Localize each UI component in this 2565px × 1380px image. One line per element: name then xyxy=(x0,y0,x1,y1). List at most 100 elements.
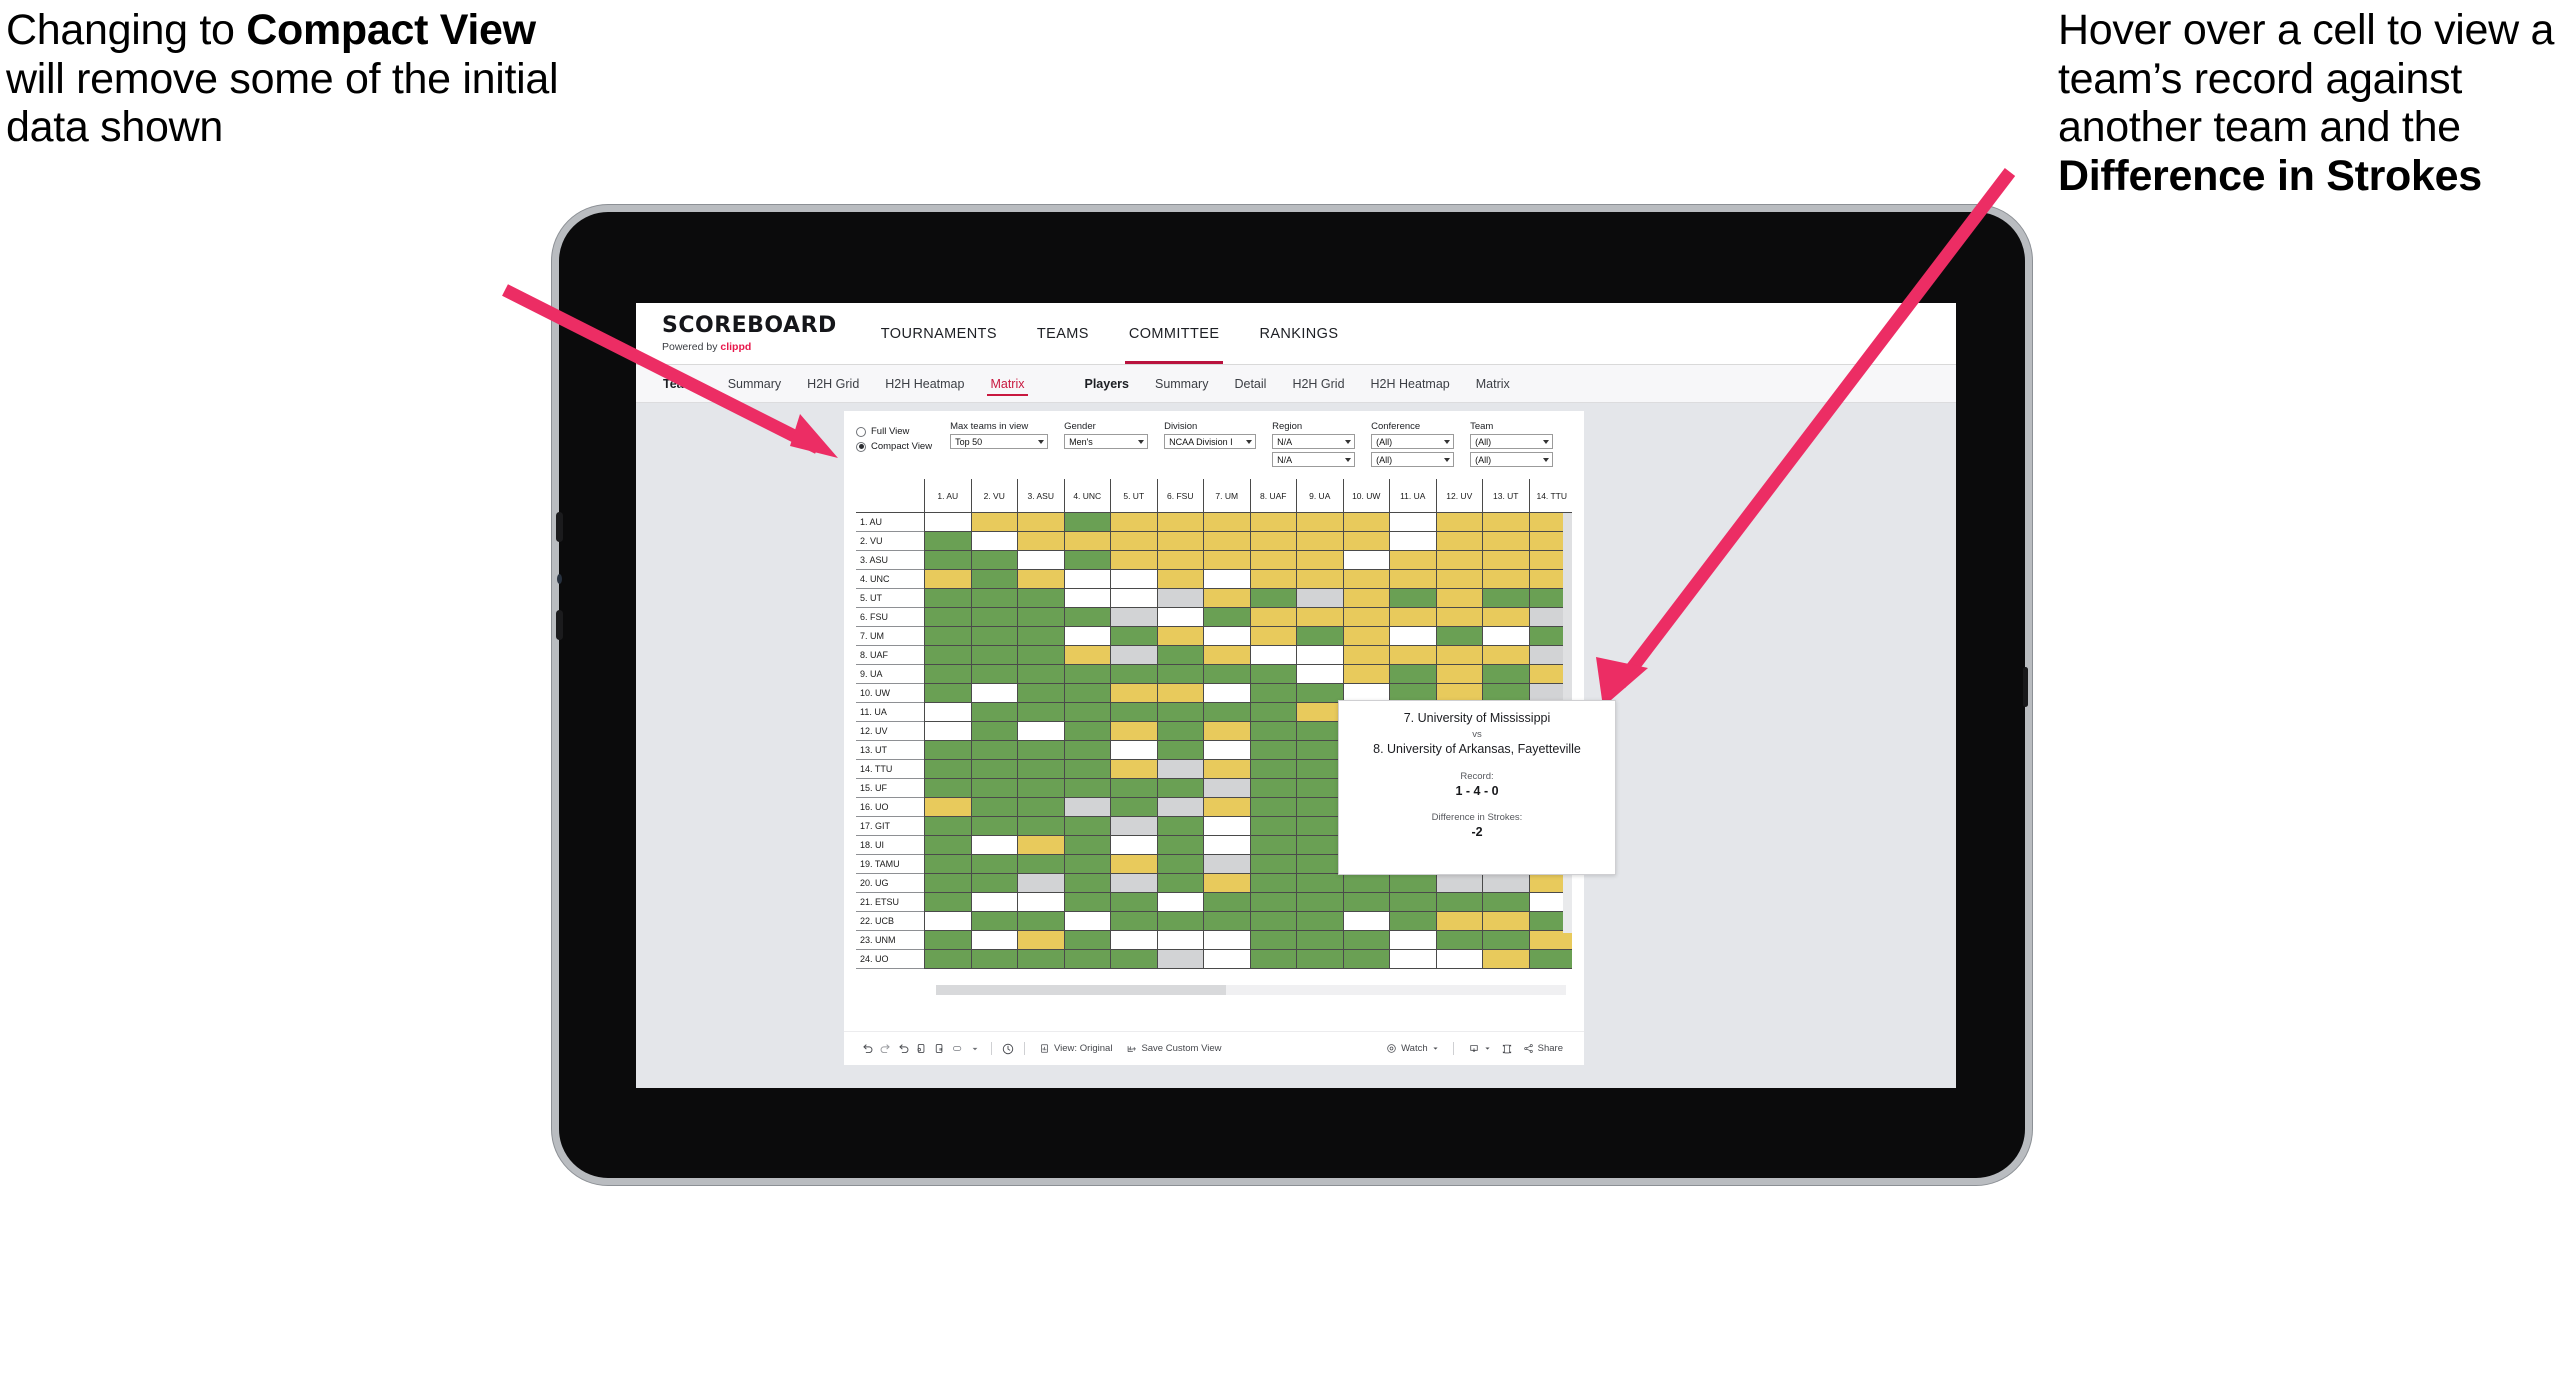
matrix-cell[interactable] xyxy=(1203,779,1250,798)
matrix-cell[interactable] xyxy=(1249,684,1296,703)
matrix-cell[interactable] xyxy=(970,589,1017,608)
matrix-cell[interactable] xyxy=(1482,912,1529,931)
matrix-cell[interactable] xyxy=(1063,608,1110,627)
matrix-cell[interactable] xyxy=(1110,570,1157,589)
matrix-cell[interactable] xyxy=(970,703,1017,722)
topnav-item-tournaments[interactable]: TOURNAMENTS xyxy=(861,303,1017,364)
matrix-cell[interactable] xyxy=(1156,703,1203,722)
filter-select[interactable]: Men's xyxy=(1064,434,1149,449)
matrix-cell[interactable] xyxy=(924,684,971,703)
matrix-cell[interactable] xyxy=(1110,741,1157,760)
matrix-cell[interactable] xyxy=(1017,874,1064,893)
radio-full-view[interactable]: Full View xyxy=(856,426,932,437)
matrix-cell[interactable] xyxy=(1528,931,1572,950)
matrix-cell[interactable] xyxy=(1063,684,1110,703)
matrix-cell[interactable] xyxy=(1017,912,1064,931)
matrix-cell[interactable] xyxy=(1296,931,1343,950)
matrix-cell[interactable] xyxy=(1482,627,1529,646)
matrix-cell[interactable] xyxy=(1249,893,1296,912)
subnav-players-h2h-grid[interactable]: H2H Grid xyxy=(1279,365,1357,403)
matrix-cell[interactable] xyxy=(1296,893,1343,912)
matrix-cell[interactable] xyxy=(1482,665,1529,684)
matrix-cell[interactable] xyxy=(970,836,1017,855)
filter-select[interactable]: N/A xyxy=(1272,434,1356,449)
matrix-cell[interactable] xyxy=(1435,893,1482,912)
device-preview-icon[interactable] xyxy=(1498,1040,1516,1058)
matrix-cell[interactable] xyxy=(924,855,971,874)
matrix-cell[interactable] xyxy=(1156,551,1203,570)
matrix-cell[interactable] xyxy=(1249,570,1296,589)
matrix-cell[interactable] xyxy=(1203,627,1250,646)
matrix-cell[interactable] xyxy=(1482,589,1529,608)
matrix-cell[interactable] xyxy=(1482,570,1529,589)
view-original-button[interactable]: View: Original xyxy=(1032,1043,1119,1054)
matrix-cell[interactable] xyxy=(1296,836,1343,855)
matrix-cell[interactable] xyxy=(1249,836,1296,855)
matrix-cell[interactable] xyxy=(1342,912,1389,931)
matrix-cell[interactable] xyxy=(1249,950,1296,969)
matrix-cell[interactable] xyxy=(1017,665,1064,684)
matrix-cell[interactable] xyxy=(1342,627,1389,646)
shape-dropdown-icon[interactable] xyxy=(966,1040,984,1058)
matrix-cell[interactable] xyxy=(1156,912,1203,931)
matrix-cell[interactable] xyxy=(1528,950,1572,969)
matrix-cell[interactable] xyxy=(970,722,1017,741)
matrix-cell[interactable] xyxy=(970,931,1017,950)
matrix-cell[interactable] xyxy=(1203,874,1250,893)
matrix-cell[interactable] xyxy=(1296,684,1343,703)
matrix-cell[interactable] xyxy=(1017,551,1064,570)
matrix-cell[interactable] xyxy=(970,874,1017,893)
subnav-players-summary[interactable]: Summary xyxy=(1142,365,1221,403)
matrix-cell[interactable] xyxy=(1156,684,1203,703)
matrix-cell[interactable] xyxy=(1063,912,1110,931)
matrix-cell[interactable] xyxy=(1156,893,1203,912)
matrix-cell[interactable] xyxy=(1435,513,1482,532)
matrix-cell[interactable] xyxy=(1063,627,1110,646)
matrix-cell[interactable] xyxy=(1063,760,1110,779)
matrix-cell[interactable] xyxy=(1435,931,1482,950)
matrix-cell[interactable] xyxy=(1389,589,1436,608)
matrix-cell[interactable] xyxy=(970,741,1017,760)
matrix-cell[interactable] xyxy=(1156,950,1203,969)
matrix-cell[interactable] xyxy=(1203,931,1250,950)
filter-select[interactable]: (All) xyxy=(1470,452,1554,467)
matrix-cell[interactable] xyxy=(924,950,971,969)
matrix-cell[interactable] xyxy=(1203,722,1250,741)
matrix-cell[interactable] xyxy=(1203,950,1250,969)
matrix-cell[interactable] xyxy=(1063,817,1110,836)
matrix-cell[interactable] xyxy=(1249,532,1296,551)
matrix-cell[interactable] xyxy=(1063,513,1110,532)
matrix-cell[interactable] xyxy=(1110,513,1157,532)
matrix-cell[interactable] xyxy=(1063,589,1110,608)
matrix-cell[interactable] xyxy=(1063,570,1110,589)
matrix-cell[interactable] xyxy=(1110,532,1157,551)
filter-select[interactable]: NCAA Division I xyxy=(1164,434,1257,449)
matrix-cell[interactable] xyxy=(1203,665,1250,684)
watch-button[interactable]: Watch xyxy=(1379,1043,1446,1054)
matrix-cell[interactable] xyxy=(1156,931,1203,950)
matrix-cell[interactable] xyxy=(1063,855,1110,874)
matrix-cell[interactable] xyxy=(1296,874,1343,893)
matrix-cell[interactable] xyxy=(1389,513,1436,532)
matrix-cell[interactable] xyxy=(1203,684,1250,703)
matrix-cell[interactable] xyxy=(1063,950,1110,969)
matrix-cell[interactable] xyxy=(1156,836,1203,855)
matrix-cell[interactable] xyxy=(1203,513,1250,532)
matrix-cell[interactable] xyxy=(970,551,1017,570)
topnav-item-committee[interactable]: COMMITTEE xyxy=(1109,303,1240,364)
matrix-cell[interactable] xyxy=(1017,722,1064,741)
matrix-cell[interactable] xyxy=(1389,551,1436,570)
matrix-cell[interactable] xyxy=(1156,608,1203,627)
matrix-cell[interactable] xyxy=(1156,722,1203,741)
matrix-cell[interactable] xyxy=(970,817,1017,836)
matrix-cell[interactable] xyxy=(1389,912,1436,931)
matrix-cell[interactable] xyxy=(1296,665,1343,684)
matrix-cell[interactable] xyxy=(1063,931,1110,950)
matrix-cell[interactable] xyxy=(1156,627,1203,646)
matrix-cell[interactable] xyxy=(1249,627,1296,646)
matrix-cell[interactable] xyxy=(924,532,971,551)
matrix-cell[interactable] xyxy=(1342,874,1389,893)
matrix-cell[interactable] xyxy=(924,779,971,798)
matrix-cell[interactable] xyxy=(924,817,971,836)
matrix-horizontal-scroll-thumb[interactable] xyxy=(936,985,1226,995)
